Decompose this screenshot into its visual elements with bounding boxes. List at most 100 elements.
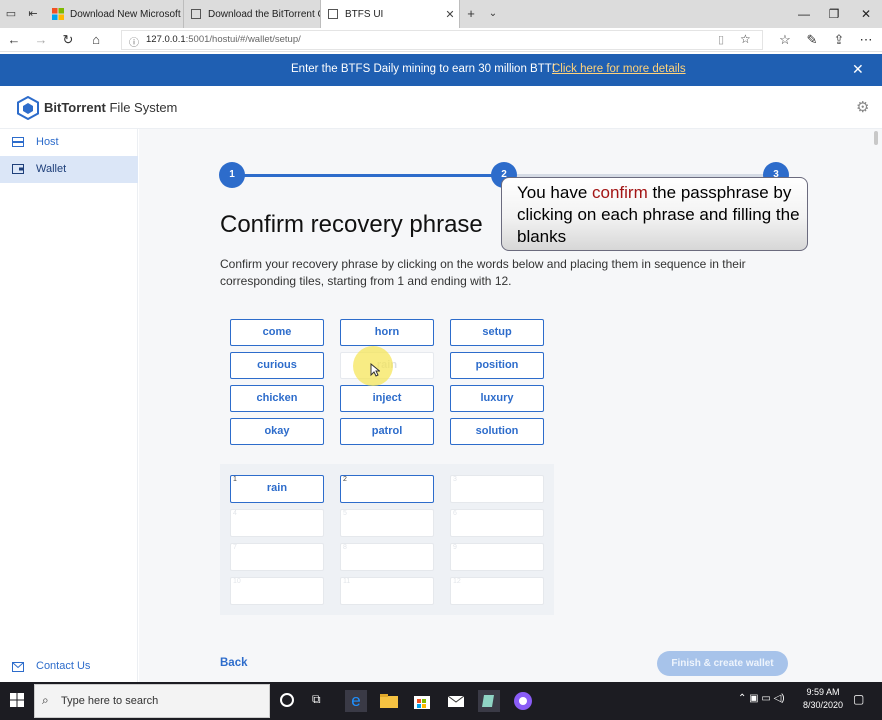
phrase-slot[interactable]: 12	[450, 577, 544, 605]
system-tray-icons[interactable]: ⌃ ▣ ▭ ◁)	[738, 693, 785, 704]
word-chip[interactable]: chicken	[230, 385, 324, 412]
address-bar[interactable]: ⓘ 127.0.0.1:5001/hostui/#/wallet/setup/ …	[121, 30, 763, 50]
url-text: 127.0.0.1:5001/hostui/#/wallet/setup/	[146, 34, 301, 45]
tab-actions-icon[interactable]: ▭	[2, 5, 20, 23]
edge-browser-icon[interactable]: e	[345, 690, 367, 712]
word-chip[interactable]: curious	[230, 352, 324, 379]
slot-number: 12	[453, 578, 461, 585]
new-tab-icon[interactable]: +	[462, 5, 480, 23]
sidebar-item-label: Wallet	[36, 163, 67, 175]
callout-highlight: confirm	[592, 183, 648, 202]
phrase-slot[interactable]: 8	[340, 543, 434, 571]
word-chip[interactable]: inject	[340, 385, 434, 412]
app-shortcut-icon[interactable]	[478, 690, 500, 712]
contact-us-link[interactable]: Contact Us	[0, 660, 138, 676]
maximize-window-icon[interactable]: ❐	[818, 0, 850, 28]
phrase-slot[interactable]: 3	[450, 475, 544, 503]
page-scrollbar[interactable]	[870, 129, 882, 682]
close-tab-icon[interactable]: ✕	[441, 8, 459, 21]
sidebar-item-wallet[interactable]: Wallet	[0, 156, 138, 183]
taskbar-search[interactable]: ⌕ Type here to search	[34, 684, 270, 718]
notifications-icon[interactable]: ▢	[853, 692, 864, 706]
pen-icon[interactable]: ✎	[803, 31, 821, 49]
mining-promo-banner: Enter the BTFS Daily mining to earn 30 m…	[0, 54, 882, 86]
sidebar-item-label: Host	[36, 136, 59, 148]
phrase-slot[interactable]: 6	[450, 509, 544, 537]
share-icon[interactable]: ⇪	[830, 31, 848, 49]
btfs-app-icon[interactable]	[512, 690, 534, 712]
phrase-slot[interactable]: 7	[230, 543, 324, 571]
phrase-slot[interactable]: 11	[340, 577, 434, 605]
slot-number: 10	[233, 578, 241, 585]
phrase-slot[interactable]: 1 rain	[230, 475, 324, 503]
back-arrow-icon[interactable]: ←	[5, 31, 23, 49]
word-chip[interactable]: horn	[340, 319, 434, 346]
windows-taskbar: ⌕ Type here to search ⧉ e ⌃ ▣ ▭ ◁) 9:59 …	[0, 682, 882, 720]
reading-view-icon[interactable]: ▯	[718, 33, 724, 46]
word-chip[interactable]: position	[450, 352, 544, 379]
windows-start-icon[interactable]	[10, 693, 24, 707]
page-icon	[327, 8, 339, 20]
slot-number: 3	[453, 476, 457, 483]
banner-text: Enter the BTFS Daily mining to earn 30 m…	[291, 63, 555, 75]
app-brand: BitTorrent File System	[44, 100, 178, 115]
search-icon: ⌕	[42, 693, 49, 707]
sidebar-item-host[interactable]: Host	[0, 129, 138, 156]
taskbar-clock[interactable]: 9:59 AM 8/30/2020	[800, 686, 846, 712]
phrase-slot[interactable]: 4	[230, 509, 324, 537]
phrase-slot[interactable]: 5	[340, 509, 434, 537]
finish-create-wallet-button[interactable]: Finish & create wallet	[657, 651, 788, 676]
phrase-slot[interactable]: 9	[450, 543, 544, 571]
browser-tab-2[interactable]: Download the BitTorrent Cla	[184, 0, 321, 28]
word-chip[interactable]: come	[230, 319, 324, 346]
close-window-icon[interactable]: ✕	[850, 0, 882, 28]
task-view-icon[interactable]: ⧉	[312, 692, 334, 714]
store-icon[interactable]	[411, 690, 433, 712]
tutorial-callout: You have confirm the passphrase by click…	[501, 177, 808, 251]
sidebar: Host Wallet	[0, 129, 138, 682]
btfs-logo-icon	[17, 95, 39, 121]
refresh-icon[interactable]: ↻	[59, 31, 77, 49]
word-chip[interactable]: patrol	[340, 418, 434, 445]
mail-icon	[12, 662, 24, 672]
step-progress-fill	[232, 174, 504, 177]
home-icon[interactable]: ⌂	[87, 31, 105, 49]
set-aside-tabs-icon[interactable]: ⇤	[24, 5, 42, 23]
phrase-slot[interactable]: 10	[230, 577, 324, 605]
close-banner-icon[interactable]: ✕	[852, 61, 864, 78]
word-chip[interactable]: solution	[450, 418, 544, 445]
step-1-marker: 1	[219, 162, 245, 188]
slot-number: 6	[453, 510, 457, 517]
word-chip[interactable]: setup	[450, 319, 544, 346]
settings-gear-icon[interactable]: ⚙	[856, 98, 869, 116]
more-options-icon[interactable]: ⋯	[857, 31, 875, 49]
slot-number: 8	[343, 544, 347, 551]
word-chip[interactable]: luxury	[450, 385, 544, 412]
info-icon[interactable]: ⓘ	[129, 34, 139, 49]
wallet-icon	[12, 164, 24, 174]
favorites-hub-icon[interactable]: ☆	[776, 31, 794, 49]
word-chip[interactable]: okay	[230, 418, 324, 445]
slot-number: 2	[343, 476, 347, 483]
back-button[interactable]: Back	[220, 657, 248, 669]
file-explorer-icon[interactable]	[378, 690, 400, 712]
cortana-icon[interactable]	[280, 693, 294, 707]
page-description: Confirm your recovery phrase by clicking…	[220, 257, 746, 288]
favorite-star-icon[interactable]: ☆	[740, 32, 751, 46]
slot-number: 7	[233, 544, 237, 551]
mail-app-icon[interactable]	[445, 690, 467, 712]
slot-number: 5	[343, 510, 347, 517]
browser-tab-3[interactable]: BTFS UI ✕	[321, 0, 460, 28]
slot-number: 11	[343, 578, 351, 585]
scrollbar-thumb[interactable]	[874, 131, 878, 145]
slot-number: 9	[453, 544, 457, 551]
tab-title: Download the BitTorrent Cla	[208, 8, 320, 20]
browser-tab-1[interactable]: Download New Microsoft Ec	[46, 0, 184, 28]
tab-list-chevron-icon[interactable]: ⌄	[484, 5, 502, 23]
slot-number: 4	[233, 510, 237, 517]
minimize-window-icon[interactable]: —	[788, 0, 820, 28]
taskbar-search-placeholder: Type here to search	[61, 695, 159, 707]
phrase-slot[interactable]: 2	[340, 475, 434, 503]
banner-link[interactable]: Click here for more details	[552, 63, 686, 75]
forward-arrow-icon[interactable]: →	[32, 31, 50, 49]
